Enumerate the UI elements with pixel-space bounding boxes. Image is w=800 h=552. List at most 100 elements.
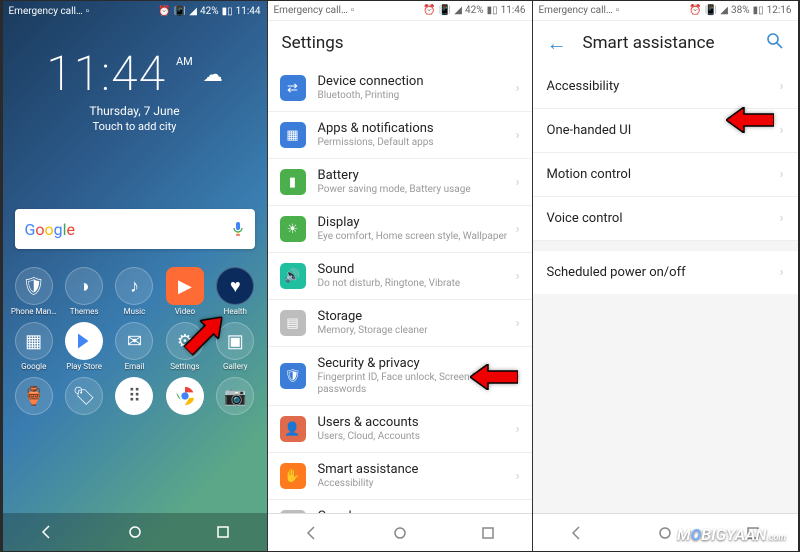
group-divider <box>533 241 798 251</box>
shield-icon: 🛡 <box>280 363 306 389</box>
chrome-icon <box>166 377 204 415</box>
smart-assistance-screen: Emergency call…▫ ⏰📳◢38%▮▯12:16 ← Smart a… <box>533 1 798 551</box>
clock-ampm: AM <box>176 55 193 68</box>
clock-text: 11:44 <box>236 6 261 17</box>
nav-recent[interactable] <box>193 517 253 547</box>
user-icon: 👤 <box>280 416 306 442</box>
nav-recent[interactable] <box>458 518 518 548</box>
mail-icon: ✉ <box>115 322 153 360</box>
app-themes[interactable]: ◑Themes <box>59 267 109 316</box>
dock-app-chrome[interactable]: . <box>160 377 210 426</box>
battery-icon: ▮▯ <box>753 5 764 16</box>
weather-icon: ☁ <box>203 62 223 86</box>
item-apps-notifications[interactable]: ▦Apps & notificationsPermissions, Defaul… <box>268 112 532 159</box>
clock-text: 12:16 <box>767 5 792 16</box>
app-icon: 🏷 <box>65 377 103 415</box>
chevron-right-icon: › <box>516 128 520 143</box>
item-scheduled-power[interactable]: Scheduled power on/off› <box>533 251 798 294</box>
app-grid: 🛡Phone Man… ◑Themes ♪Music ▶Video ♥Healt… <box>3 265 267 426</box>
vibrate-icon: 📳 <box>705 5 717 16</box>
app-music[interactable]: ♪Music <box>109 267 159 316</box>
item-storage[interactable]: ▤StorageMemory, Storage cleaner› <box>268 300 532 347</box>
signal-icon: ◢ <box>720 5 728 16</box>
dock-app-2[interactable]: 🏷. <box>59 377 109 426</box>
nav-back[interactable] <box>17 517 77 547</box>
clock-time: 11:44 <box>46 45 166 102</box>
device-connection-icon: ⇄ <box>280 75 306 101</box>
dock-app-drawer[interactable]: ⠿. <box>109 377 159 426</box>
item-voice-control[interactable]: Voice control› <box>533 197 798 241</box>
battery-text: 42% <box>465 5 484 16</box>
home-screen: Emergency call… ▫ ⏰ 📳 ◢ 42% ▮▯ 11:44 11:… <box>3 1 268 551</box>
chevron-right-icon: › <box>516 175 520 190</box>
app-health[interactable]: ♥Health <box>210 267 260 316</box>
sound-icon: 🔊 <box>280 263 306 289</box>
apps-icon: ▦ <box>280 122 306 148</box>
sim-icon: ▫ <box>86 6 90 17</box>
status-bar: Emergency call… ▫ ⏰ 📳 ◢ 42% ▮▯ 11:44 <box>3 1 267 21</box>
status-bar: Emergency call…▫ ⏰📳◢38%▮▯12:16 <box>533 1 798 21</box>
chevron-right-icon: › <box>780 123 784 138</box>
mic-icon[interactable] <box>231 219 245 239</box>
dock-app-camera[interactable]: 📷. <box>210 377 260 426</box>
app-phone-manager[interactable]: 🛡Phone Man… <box>9 267 59 316</box>
chevron-right-icon: › <box>780 167 784 182</box>
back-icon[interactable]: ← <box>547 31 567 56</box>
nav-bar <box>268 513 532 551</box>
app-google-folder[interactable]: ▦Google <box>9 322 59 371</box>
google-logo: Google <box>25 220 76 239</box>
clock-widget[interactable]: 11:44 AM ☁ Thursday, 7 June Touch to add… <box>3 21 267 141</box>
folder-icon: ▦ <box>15 322 53 360</box>
app-icon: 🏺 <box>15 377 53 415</box>
clock-date: Thursday, 7 June <box>3 104 267 118</box>
app-play-store[interactable]: Play Store <box>59 322 109 371</box>
status-bar: Emergency call…▫ ⏰📳◢42%▮▯11:46 <box>268 1 532 21</box>
signal-icon: ◢ <box>189 6 197 17</box>
item-accessibility[interactable]: Accessibility› <box>533 65 798 109</box>
chevron-right-icon: › <box>516 222 520 237</box>
item-sound[interactable]: 🔊SoundDo not disturb, Ringtone, Vibrate› <box>268 253 532 300</box>
drawer-icon: ⠿ <box>115 377 153 415</box>
chevron-right-icon: › <box>516 316 520 331</box>
shield-icon: 🛡 <box>15 267 53 305</box>
alarm-icon: ⏰ <box>158 6 170 17</box>
settings-screen: Emergency call…▫ ⏰📳◢42%▮▯11:46 Settings … <box>268 1 533 551</box>
item-users-accounts[interactable]: 👤Users & accountsUsers, Cloud, Accounts› <box>268 406 532 453</box>
nav-home[interactable] <box>370 518 430 548</box>
chevron-right-icon: › <box>780 79 784 94</box>
nav-back[interactable] <box>282 518 342 548</box>
battery-icon: ▮ <box>280 169 306 195</box>
item-display[interactable]: ☀DisplayEye comfort, Home screen style, … <box>268 206 532 253</box>
app-video[interactable]: ▶Video <box>160 267 210 316</box>
hand-icon: ✋ <box>280 463 306 489</box>
tutorial-arrow-icon <box>726 107 774 133</box>
add-city-prompt[interactable]: Touch to add city <box>3 120 267 133</box>
dock-app-1[interactable]: 🏺. <box>9 377 59 426</box>
item-device-connection[interactable]: ⇄Device connectionBluetooth, Printing› <box>268 65 532 112</box>
alarm-icon: ⏰ <box>689 5 701 16</box>
nav-bar <box>3 513 267 551</box>
page-title: Settings <box>282 33 344 53</box>
clock-text: 11:46 <box>501 5 526 16</box>
item-motion-control[interactable]: Motion control› <box>533 153 798 197</box>
item-battery[interactable]: ▮BatteryPower saving mode, Battery usage… <box>268 159 532 206</box>
alarm-icon: ⏰ <box>423 5 435 16</box>
nav-back[interactable] <box>547 518 607 548</box>
search-icon[interactable] <box>766 32 784 55</box>
themes-icon: ◑ <box>65 267 103 305</box>
page-title: Smart assistance <box>583 33 715 53</box>
settings-list[interactable]: ⇄Device connectionBluetooth, Printing› ▦… <box>268 65 532 513</box>
google-search-bar[interactable]: Google <box>15 209 255 249</box>
smart-header: ← Smart assistance <box>533 21 798 65</box>
vibrate-icon: 📳 <box>439 5 451 16</box>
item-google[interactable]: GGoogleGoogle services› <box>268 500 532 513</box>
settings-header: Settings <box>268 21 532 65</box>
music-icon: ♪ <box>115 267 153 305</box>
battery-text: 42% <box>200 6 219 17</box>
sim-icon: ▫ <box>351 5 355 16</box>
app-email[interactable]: ✉Email <box>109 322 159 371</box>
carrier-text: Emergency call… <box>274 5 348 16</box>
nav-home[interactable] <box>105 517 165 547</box>
item-smart-assistance[interactable]: ✋Smart assistanceAccessibility› <box>268 453 532 500</box>
chevron-right-icon: › <box>516 81 520 96</box>
